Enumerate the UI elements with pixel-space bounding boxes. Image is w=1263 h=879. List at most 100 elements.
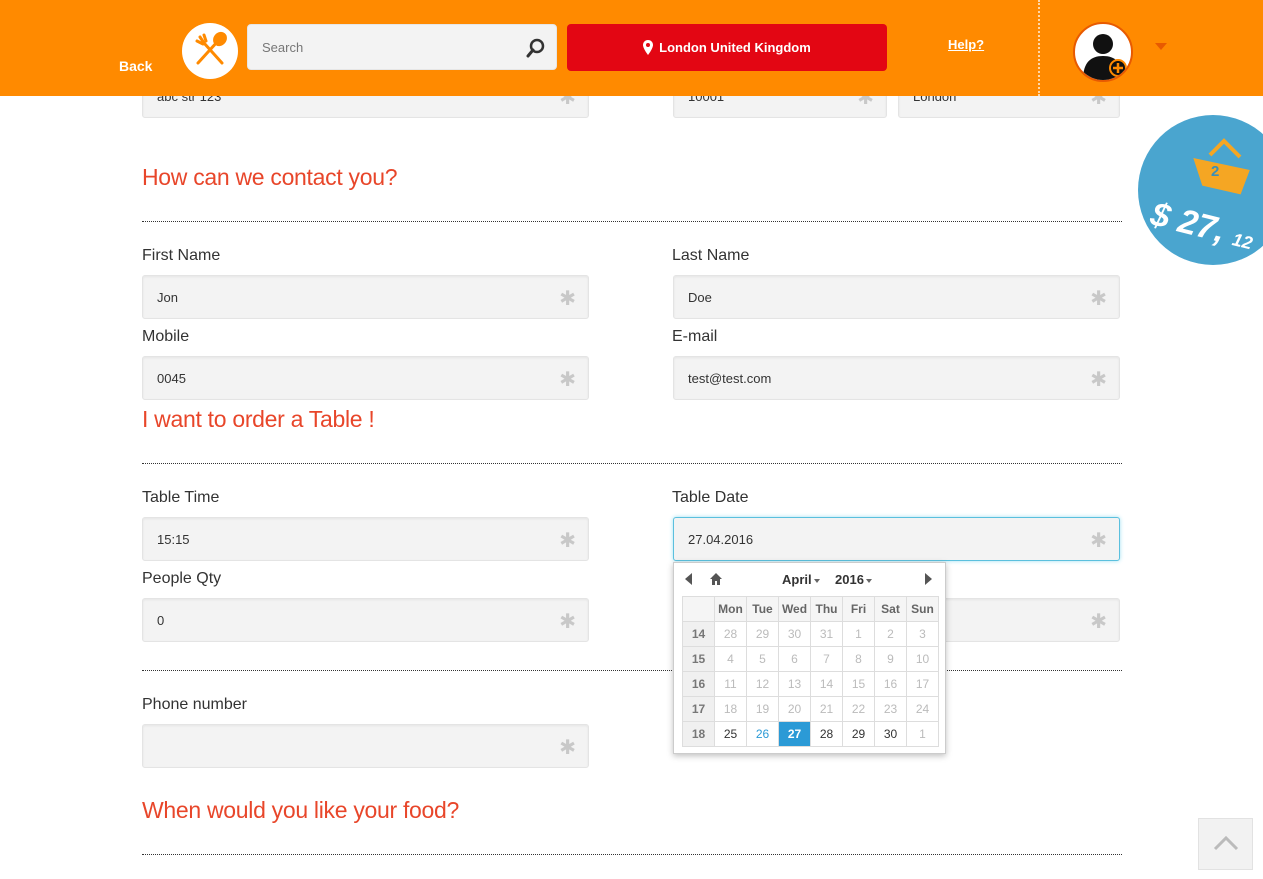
calendar-day[interactable]: 30: [778, 621, 811, 647]
calendar-day[interactable]: 28: [714, 621, 747, 647]
week-number: 18: [682, 721, 715, 747]
calendar-day[interactable]: 25: [714, 721, 747, 747]
phone-number-field[interactable]: ✱: [142, 724, 589, 768]
calendar-day[interactable]: 7: [810, 646, 843, 672]
calendar-day[interactable]: 1: [906, 721, 939, 747]
calendar-week-row: 17 18 19 20 21 22 23 24: [682, 696, 939, 722]
calendar-day[interactable]: 3: [906, 621, 939, 647]
calendar-day[interactable]: 21: [810, 696, 843, 722]
search-input[interactable]: [248, 25, 518, 69]
basket-count: 2: [1211, 163, 1220, 180]
calendar-day[interactable]: 6: [778, 646, 811, 672]
calendar-day[interactable]: 16: [874, 671, 907, 697]
weekday-header: Sun: [906, 596, 939, 622]
calendar-day[interactable]: 15: [842, 671, 875, 697]
calendar-day[interactable]: 31: [810, 621, 843, 647]
people-qty-field[interactable]: 0 ✱: [142, 598, 589, 642]
scroll-to-top-button[interactable]: [1198, 818, 1253, 870]
contact-section-title: How can we contact you?: [142, 164, 398, 190]
calendar-day[interactable]: 5: [746, 646, 779, 672]
avatar[interactable]: [1073, 22, 1133, 82]
map-pin-icon: [643, 40, 654, 55]
section-divider: [142, 221, 1122, 222]
calendar-day[interactable]: 4: [714, 646, 747, 672]
table-date-field[interactable]: 27.04.2016 ✱: [673, 517, 1120, 561]
calendar-day[interactable]: 11: [714, 671, 747, 697]
table-time-field[interactable]: 15:15 ✱: [142, 517, 589, 561]
mobile-field[interactable]: 0045 ✱: [142, 356, 589, 400]
people-qty-label: People Qty: [142, 570, 222, 587]
calendar-day[interactable]: 12: [746, 671, 779, 697]
caret-down-icon: [813, 578, 820, 583]
calendar-grid: Mon Tue Wed Thu Fri Sat Sun 14 28 29 30 31 1 2…: [682, 596, 939, 747]
month-label: April: [782, 572, 812, 587]
table-section-title: I want to order a Table !: [142, 406, 375, 432]
calendar-day[interactable]: 24: [906, 696, 939, 722]
food-section-title: When would you like your food?: [142, 797, 460, 823]
section-divider: [142, 854, 1122, 855]
calendar-day[interactable]: 17: [906, 671, 939, 697]
weekday-header: Thu: [810, 596, 843, 622]
calendar-day[interactable]: 22: [842, 696, 875, 722]
calendar-day[interactable]: 23: [874, 696, 907, 722]
month-select[interactable]: April: [782, 572, 820, 587]
week-number-header: [682, 596, 715, 622]
weekday-header: Mon: [714, 596, 747, 622]
required-asterisk-icon: ✱: [559, 530, 576, 552]
last-name-field[interactable]: Doe ✱: [673, 275, 1120, 319]
calendar-week-row: 18 25 26 27 28 29 30 1: [682, 721, 939, 747]
home-icon[interactable]: [709, 572, 723, 586]
weekday-header: Fri: [842, 596, 875, 622]
first-name-field[interactable]: Jon ✱: [142, 275, 589, 319]
calendar-day[interactable]: 27: [778, 721, 811, 747]
required-asterisk-icon: ✱: [559, 611, 576, 633]
email-value: test@test.com: [688, 371, 772, 386]
calendar-day[interactable]: 9: [874, 646, 907, 672]
week-number: 14: [682, 621, 715, 647]
year-select[interactable]: 2016: [835, 572, 872, 587]
basket-bubble[interactable]: 2 $ 27, 12: [1138, 115, 1263, 265]
email-label: E-mail: [672, 328, 718, 345]
email-field[interactable]: test@test.com ✱: [673, 356, 1120, 400]
calendar-day[interactable]: 28: [810, 721, 843, 747]
user-menu-caret-icon[interactable]: [1155, 43, 1167, 50]
calendar-day[interactable]: 29: [842, 721, 875, 747]
last-name-label: Last Name: [672, 247, 750, 264]
calendar-day[interactable]: 10: [906, 646, 939, 672]
weekday-header: Tue: [746, 596, 779, 622]
help-link[interactable]: Help?: [948, 37, 984, 52]
prev-month-icon[interactable]: [685, 573, 692, 585]
calendar-day[interactable]: 19: [746, 696, 779, 722]
weekday-header: Wed: [778, 596, 811, 622]
calendar-day[interactable]: 14: [810, 671, 843, 697]
table-date-value: 27.04.2016: [688, 532, 754, 547]
calendar-day[interactable]: 1: [842, 621, 875, 647]
search-icon[interactable]: [526, 38, 546, 58]
calendar-day[interactable]: 20: [778, 696, 811, 722]
calendar-day[interactable]: 29: [746, 621, 779, 647]
calendar-day[interactable]: 26: [746, 721, 779, 747]
table-date-label: Table Date: [672, 489, 749, 506]
required-asterisk-icon: ✱: [559, 369, 576, 391]
calendar-week-row: 16 11 12 13 14 15 16 17: [682, 671, 939, 697]
calendar-day[interactable]: 18: [714, 696, 747, 722]
calendar-day[interactable]: 13: [778, 671, 811, 697]
week-number: 16: [682, 671, 715, 697]
next-month-icon[interactable]: [925, 573, 932, 585]
back-link[interactable]: Back: [119, 58, 152, 74]
calendar-day[interactable]: 8: [842, 646, 875, 672]
basket-icon: [1193, 138, 1250, 195]
year-label: 2016: [835, 572, 864, 587]
location-button[interactable]: London United Kingdom: [567, 24, 887, 71]
chevron-up-icon: [1213, 835, 1239, 851]
calendar-day[interactable]: 2: [874, 621, 907, 647]
basket-price-main: $ 27,: [1146, 195, 1230, 251]
section-divider: [142, 463, 1122, 464]
phone-number-label: Phone number: [142, 696, 247, 713]
calendar-day[interactable]: 30: [874, 721, 907, 747]
mobile-value: 0045: [157, 371, 186, 386]
user-add-icon: [1083, 34, 1127, 80]
table-time-value: 15:15: [157, 532, 190, 547]
basket-price-cents: 12: [1230, 229, 1255, 254]
logo[interactable]: [182, 23, 238, 79]
